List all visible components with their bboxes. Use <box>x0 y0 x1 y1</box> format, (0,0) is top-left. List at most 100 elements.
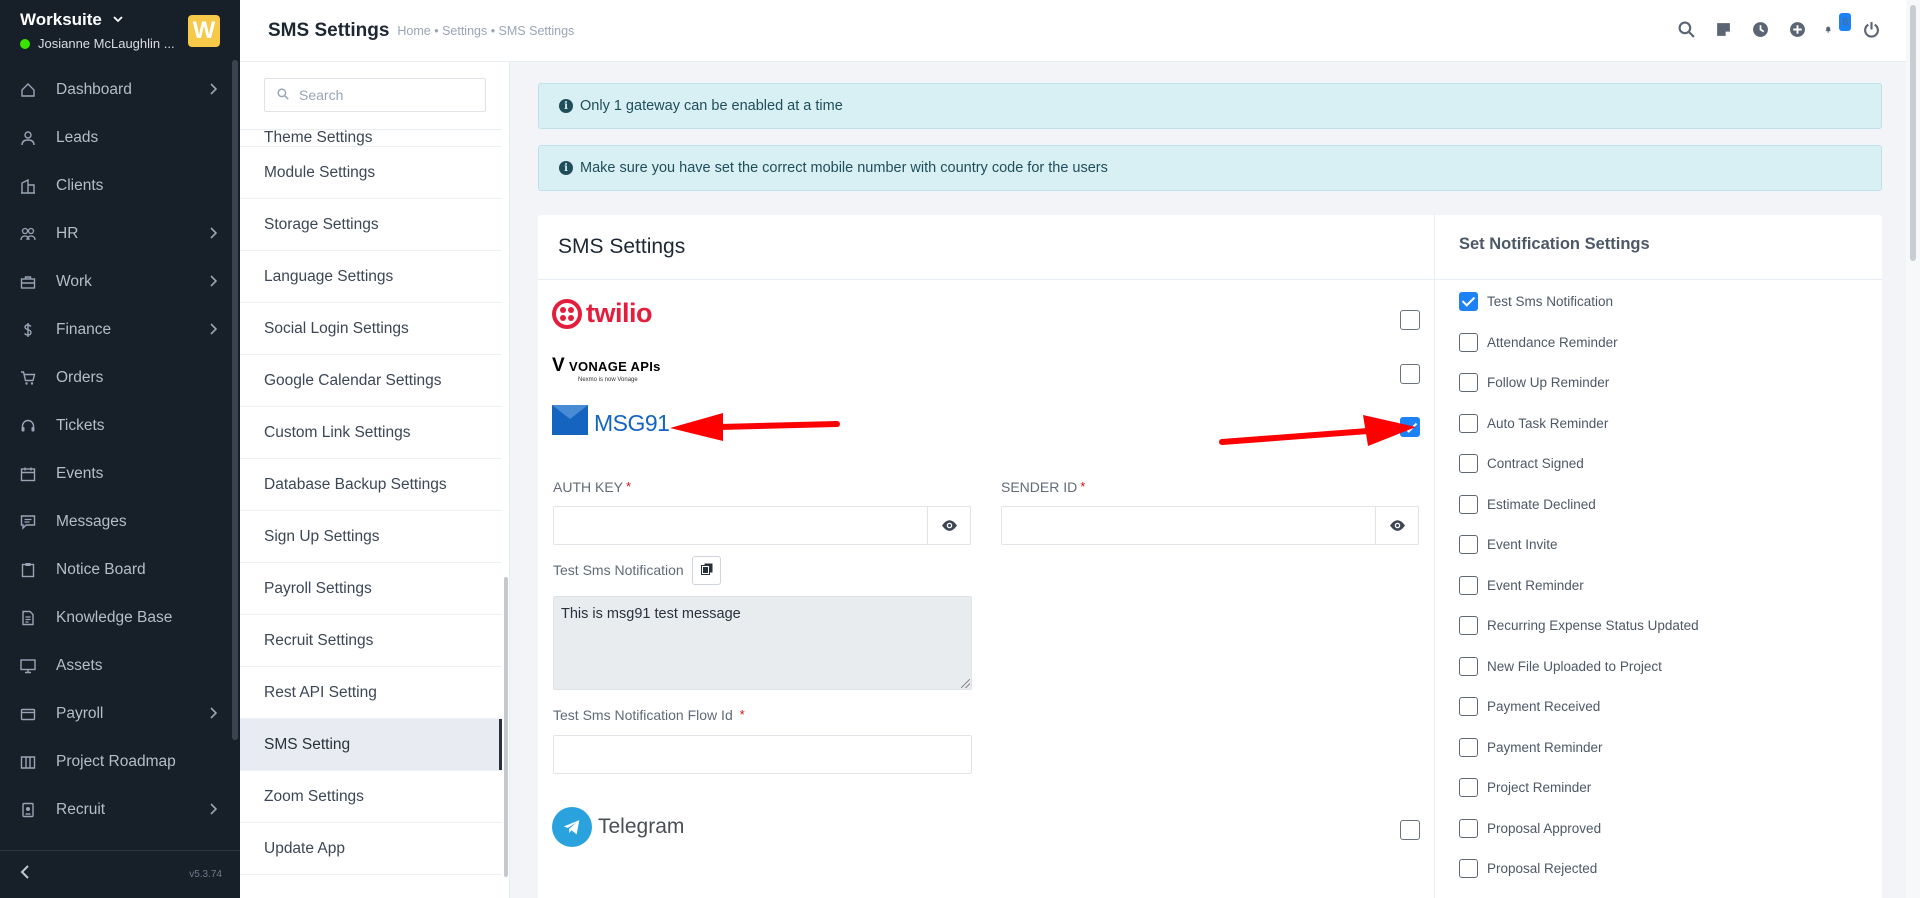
twilio-enable-checkbox[interactable] <box>1400 310 1420 330</box>
sidebar-item-assets[interactable]: Assets <box>0 642 240 690</box>
telegram-enable-checkbox[interactable] <box>1400 820 1420 840</box>
notification-checkbox[interactable] <box>1459 413 1478 433</box>
notification-checkbox[interactable] <box>1459 535 1478 554</box>
notification-setting-item[interactable]: Follow Up Reminder <box>1459 373 1699 416</box>
collapse-sidebar-icon[interactable] <box>18 863 32 886</box>
page-scrollbar-thumb[interactable] <box>1910 5 1916 261</box>
sms-settings-title: SMS Settings <box>538 215 1434 280</box>
notification-checkbox[interactable] <box>1459 818 1478 838</box>
sidebar-item-messages[interactable]: Messages <box>0 498 240 546</box>
settings-menu-item-sign-up-settings[interactable]: Sign Up Settings <box>240 511 502 563</box>
search-icon[interactable] <box>1677 20 1695 38</box>
eye-icon[interactable] <box>927 507 970 544</box>
notification-checkbox[interactable] <box>1459 656 1478 676</box>
notification-setting-item[interactable]: Event Invite <box>1459 535 1699 578</box>
sidebar-item-payroll[interactable]: Payroll <box>0 690 240 738</box>
chevron-right-icon <box>209 706 218 722</box>
sidebar-item-orders[interactable]: Orders <box>0 354 240 402</box>
annotation-arrow-left-icon <box>670 413 840 441</box>
online-status-icon <box>20 38 30 49</box>
notification-setting-item[interactable]: New File Uploaded to Project <box>1459 656 1699 700</box>
copy-button[interactable] <box>692 556 721 585</box>
sidebar-item-work[interactable]: Work <box>0 258 240 306</box>
sender-id-field[interactable] <box>1001 506 1419 545</box>
settings-menu-item-social-login-settings[interactable]: Social Login Settings <box>240 303 502 355</box>
settings-menu-item-zoom-settings[interactable]: Zoom Settings <box>240 771 502 823</box>
settings-menu-item-storage-settings[interactable]: Storage Settings <box>240 199 502 251</box>
sidebar-item-recruit[interactable]: Recruit <box>0 786 240 834</box>
sidebar-item-hr[interactable]: HR <box>0 210 240 258</box>
notification-checkbox[interactable] <box>1459 778 1478 797</box>
notification-setting-item[interactable]: Project Reminder <box>1459 778 1699 821</box>
sidebar-item-events[interactable]: Events <box>0 450 240 498</box>
notification-settings-panel: Set Notification Settings Test Sms Notif… <box>1435 215 1882 898</box>
notification-checkbox[interactable] <box>1459 292 1478 311</box>
settings-menu-item-google-calendar-settings[interactable]: Google Calendar Settings <box>240 355 502 407</box>
notification-checkbox[interactable] <box>1459 454 1478 473</box>
plus-circle-icon[interactable] <box>1788 20 1806 38</box>
sidebar-item-notice-board[interactable]: Notice Board <box>0 546 240 594</box>
notification-checkbox[interactable] <box>1459 616 1478 635</box>
power-icon[interactable] <box>1862 20 1880 38</box>
notification-setting-item[interactable]: Recurring Expense Status Updated <box>1459 616 1699 659</box>
notification-setting-item[interactable]: Test Sms Notification <box>1459 292 1699 335</box>
sidebar-item-project-roadmap[interactable]: Project Roadmap <box>0 738 240 786</box>
settings-menu-item-custom-link-settings[interactable]: Custom Link Settings <box>240 407 502 459</box>
flow-id-field[interactable] <box>553 735 972 774</box>
notification-checkbox[interactable] <box>1459 373 1478 392</box>
settings-menu-item-update-app[interactable]: Update App <box>240 823 502 875</box>
notification-setting-item[interactable]: Event Reminder <box>1459 575 1699 619</box>
clock-icon[interactable] <box>1751 20 1769 38</box>
notification-setting-item[interactable]: Contract Signed <box>1459 454 1699 497</box>
settings-menu-item-module-settings[interactable]: Module Settings <box>240 147 502 199</box>
telegram-logo: Telegram <box>552 807 684 847</box>
chevron-down-icon <box>112 13 124 28</box>
notification-checkbox[interactable] <box>1459 737 1478 757</box>
map-icon <box>20 754 36 770</box>
notification-setting-item[interactable]: Attendance Reminder <box>1459 332 1699 376</box>
sidebar-item-knowledge-base[interactable]: Knowledge Base <box>0 594 240 642</box>
bell-icon[interactable]: 8 <box>1825 13 1851 38</box>
test-sms-label: Test Sms Notification <box>553 562 684 578</box>
resize-handle-icon[interactable] <box>961 679 970 688</box>
notification-checkbox[interactable] <box>1459 494 1478 514</box>
sidebar-item-dashboard[interactable]: Dashboard <box>0 66 240 114</box>
sidebar-scrollbar[interactable] <box>232 60 238 740</box>
sidebar-item-leads[interactable]: Leads <box>0 114 240 162</box>
notification-setting-item[interactable]: Auto Task Reminder <box>1459 413 1699 457</box>
notification-checkbox[interactable] <box>1459 697 1478 716</box>
notification-setting-item[interactable]: Payment Reminder <box>1459 737 1699 781</box>
settings-menu-item-language-settings[interactable]: Language Settings <box>240 251 502 303</box>
company-logo[interactable]: W <box>188 15 220 47</box>
auth-key-field[interactable] <box>553 506 971 545</box>
sidebar-item-tickets[interactable]: Tickets <box>0 402 240 450</box>
house-icon <box>20 82 36 98</box>
vonage-v-icon: V <box>552 355 565 376</box>
notification-checkbox[interactable] <box>1459 859 1478 878</box>
eye-icon[interactable] <box>1375 507 1418 544</box>
notification-setting-item[interactable]: Proposal Approved <box>1459 818 1699 862</box>
settings-menu-item[interactable]: Theme Settings <box>240 130 502 147</box>
notification-setting-item[interactable]: Estimate Declined <box>1459 494 1699 538</box>
sidebar-item-clients[interactable]: Clients <box>0 162 240 210</box>
notification-setting-item[interactable]: Payment Received <box>1459 697 1699 740</box>
people-icon <box>20 226 36 242</box>
sidebar-item-finance[interactable]: Finance <box>0 306 240 354</box>
settings-menu-item-sms-setting[interactable]: SMS Setting <box>240 719 502 771</box>
settings-search-input[interactable]: Search <box>264 78 486 112</box>
settings-menu-scrollbar[interactable] <box>504 577 508 877</box>
settings-menu-item-rest-api-setting[interactable]: Rest API Setting <box>240 667 502 719</box>
chevron-right-icon <box>209 226 218 242</box>
settings-menu-item-payroll-settings[interactable]: Payroll Settings <box>240 563 502 615</box>
notification-setting-label: Attendance Reminder <box>1487 334 1618 350</box>
sticky-note-icon[interactable] <box>1714 20 1732 38</box>
notification-checkbox[interactable] <box>1459 575 1478 595</box>
settings-menu-item-database-backup-settings[interactable]: Database Backup Settings <box>240 459 502 511</box>
settings-menu-item-recruit-settings[interactable]: Recruit Settings <box>240 615 502 667</box>
test-sms-message-textarea[interactable]: This is msg91 test message <box>553 596 972 690</box>
notification-checkbox[interactable] <box>1459 332 1478 352</box>
notification-setting-item[interactable]: Proposal Rejected <box>1459 859 1699 898</box>
notification-setting-label: Event Reminder <box>1487 577 1584 593</box>
vonage-enable-checkbox[interactable] <box>1400 364 1420 384</box>
page-scrollbar[interactable] <box>1906 0 1920 898</box>
